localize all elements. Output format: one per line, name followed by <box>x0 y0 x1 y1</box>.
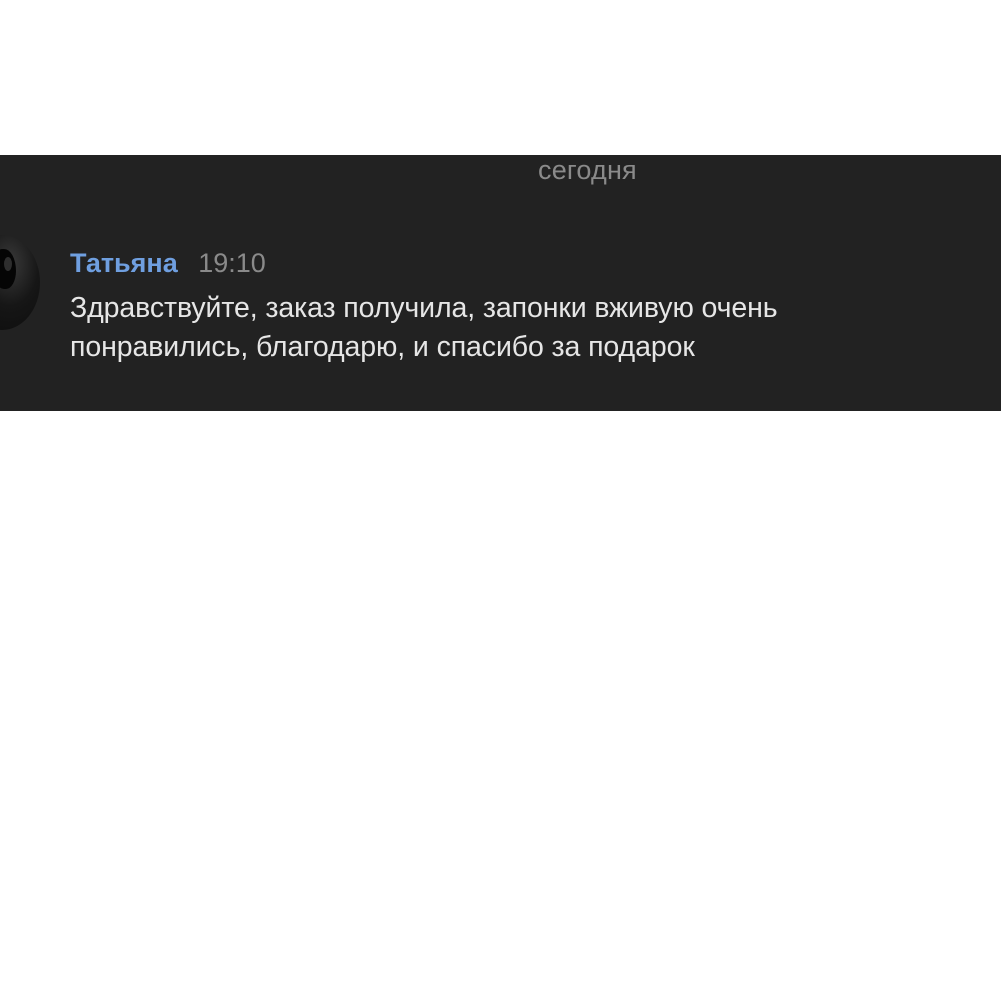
avatar-face-shape <box>4 257 12 271</box>
date-divider: сегодня <box>0 155 1001 185</box>
message-text-line-2: понравились, благодарю, и спасибо за под… <box>70 331 695 363</box>
message-text-line-1: Здравствуйте, заказ получила, запонки вж… <box>70 292 778 324</box>
message-item[interactable]: Татьяна 19:10 Здравствуйте, заказ получи… <box>0 235 1001 395</box>
date-divider-label: сегодня <box>538 155 637 185</box>
message-author[interactable]: Татьяна <box>70 248 178 278</box>
message-time[interactable]: 19:10 <box>198 248 266 278</box>
chat-panel: сегодня Татьяна 19:10 Здравствуйте, зака… <box>0 155 1001 411</box>
message-text: Здравствуйте, заказ получила, запонки вж… <box>70 289 1001 367</box>
message-header: Татьяна 19:10 <box>70 245 266 281</box>
page: сегодня Татьяна 19:10 Здравствуйте, зака… <box>0 0 1001 1001</box>
avatar[interactable] <box>0 235 40 330</box>
